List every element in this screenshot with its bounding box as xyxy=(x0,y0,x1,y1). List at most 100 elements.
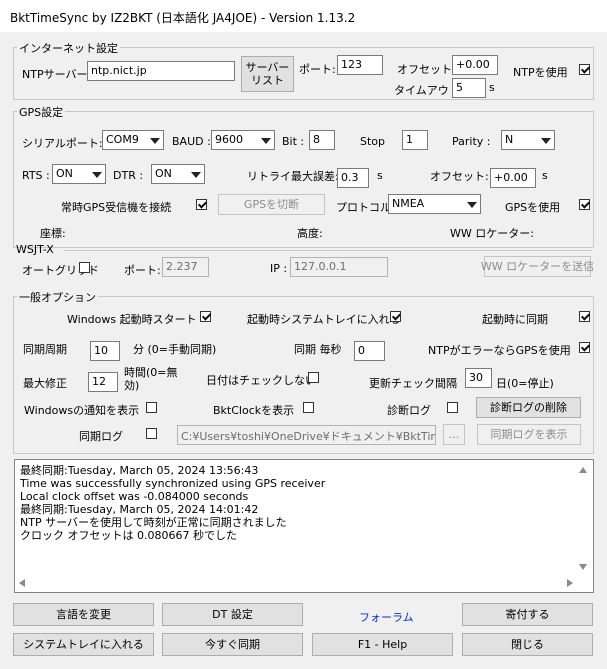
locator-label: WW ロケーター: xyxy=(450,227,534,240)
sync-period-unit: 分 (0=手動同期) xyxy=(133,343,217,356)
max-correction-input[interactable]: 12 xyxy=(88,372,118,392)
max-correction-label: 最大修正 xyxy=(23,377,67,390)
send-locator-button[interactable]: WW ロケーターを送信 xyxy=(481,256,594,277)
always-connect-checkbox[interactable] xyxy=(196,199,207,210)
protocol-select[interactable]: NMEA xyxy=(388,194,481,214)
autogrid-checkbox[interactable] xyxy=(79,262,90,273)
log-lines: 最終同期:Tuesday, March 05, 2024 13:56:43 Tim… xyxy=(20,464,325,542)
window-title: BktTimeSync by IZ2BKT (日本語化 JA4JOE) - Ve… xyxy=(10,11,356,25)
bit-label: Bit : xyxy=(282,135,305,148)
dtr-label: DTR : xyxy=(113,169,144,182)
max-correction-unit: 時間(0=無 効) xyxy=(124,366,178,392)
show-sync-log-button[interactable]: 同期ログを表示 xyxy=(477,424,581,445)
rts-label: RTS : xyxy=(22,169,50,182)
serial-port-select[interactable]: COM9 xyxy=(102,130,164,150)
bit-input[interactable]: 8 xyxy=(309,130,335,150)
log-line: Local clock offset was -0.084000 seconds xyxy=(20,490,249,503)
chevron-down-icon xyxy=(467,202,477,208)
change-language-button[interactable]: 言語を変更 xyxy=(13,603,154,626)
gps-disconnect-button[interactable]: GPSを切断 xyxy=(218,194,325,215)
update-check-input[interactable]: 30 xyxy=(465,368,492,388)
sync-log-path-input[interactable]: C:¥Users¥toshi¥OneDrive¥ドキュメント¥BktTimeSy… xyxy=(177,425,436,445)
ntp-server-input[interactable]: ntp.nict.jp xyxy=(87,61,235,81)
log-line: NTP サーバーを使用して時刻が正常に同期されました xyxy=(20,516,287,529)
log-textbox[interactable]: 最終同期:Tuesday, March 05, 2024 13:56:43 Tim… xyxy=(14,459,594,593)
serial-port-value: COM9 xyxy=(106,133,139,146)
help-button[interactable]: F1 - Help xyxy=(312,633,453,656)
internet-settings-label: インターネット設定 xyxy=(17,40,120,56)
sync-on-start-checkbox[interactable] xyxy=(579,311,590,322)
diag-log-checkbox[interactable] xyxy=(447,402,458,413)
timeout-unit: s xyxy=(489,81,495,94)
sync-every-sec-label: 同期 毎秒 xyxy=(294,343,342,356)
chevron-down-icon xyxy=(150,138,160,144)
browse-button[interactable]: ... xyxy=(443,424,465,445)
rts-select[interactable]: ON xyxy=(52,164,106,184)
ntp-offset-input[interactable]: +0.00 xyxy=(452,55,498,75)
gps-on-ntp-error-label: NTPがエラーならGPSを使用 xyxy=(428,344,571,357)
server-list-button[interactable]: サーバー リスト xyxy=(241,56,294,92)
diag-log-label: 診断ログ xyxy=(387,404,431,417)
baud-value: 9600 xyxy=(215,133,243,146)
stop-input[interactable]: 1 xyxy=(402,130,428,150)
retry-unit: s xyxy=(377,169,383,182)
delete-diag-log-button[interactable]: 診断ログの削除 xyxy=(476,397,581,418)
use-ntp-label: NTPを使用 xyxy=(513,66,568,79)
gps-settings-label: GPS設定 xyxy=(17,104,66,120)
start-with-windows-label: Windows 起動時スタート xyxy=(67,313,197,326)
sync-every-sec-input[interactable]: 0 xyxy=(354,341,385,361)
server-list-line1: サーバー xyxy=(245,61,290,74)
windows-notify-label: Windowsの通知を表示 xyxy=(24,404,140,417)
protocol-label: プロトコル: xyxy=(336,201,395,214)
wsjtx-port-input[interactable]: 2.237 xyxy=(162,257,209,277)
chevron-down-icon xyxy=(191,172,201,178)
use-ntp-checkbox[interactable] xyxy=(579,64,590,75)
ntp-offset-label: オフセット: xyxy=(397,63,456,76)
log-line: 最終同期:Tuesday, March 05, 2024 14:01:42 xyxy=(20,503,259,516)
timeout-input[interactable]: 5 xyxy=(452,78,486,98)
to-tray-button[interactable]: システムトレイに入れる xyxy=(13,633,154,656)
dtr-select[interactable]: ON xyxy=(151,164,205,184)
update-check-label: 更新チェック間隔 xyxy=(369,377,457,390)
windows-notify-checkbox[interactable] xyxy=(146,402,157,413)
serial-port-label: シリアルポート: xyxy=(22,137,103,150)
scroll-right-icon[interactable] xyxy=(567,579,573,587)
baud-select[interactable]: 9600 xyxy=(211,130,275,150)
rts-value: ON xyxy=(56,167,73,180)
retry-max-error-input[interactable]: 0.3 xyxy=(337,168,369,188)
retry-max-error-label: リトライ最大誤差: xyxy=(247,170,339,183)
sync-period-input[interactable]: 10 xyxy=(90,341,120,361)
dt-settings-button[interactable]: DT 設定 xyxy=(162,603,303,626)
gps-on-ntp-error-checkbox[interactable] xyxy=(579,342,590,353)
gps-offset-input[interactable]: +0.00 xyxy=(490,168,536,188)
use-gps-checkbox[interactable] xyxy=(579,199,590,210)
chevron-down-icon xyxy=(541,138,551,144)
no-date-check-label: 日付はチェックしない xyxy=(206,374,316,387)
parity-select[interactable]: N xyxy=(501,130,555,150)
donate-button[interactable]: 寄付する xyxy=(462,603,593,626)
altitude-label: 高度: xyxy=(297,227,323,240)
show-bktclock-checkbox[interactable] xyxy=(303,402,314,413)
scroll-down-icon[interactable] xyxy=(579,564,587,570)
ntp-port-label: ポート: xyxy=(299,63,336,76)
title-bar[interactable]: BktTimeSync by IZ2BKT (日本語化 JA4JOE) - Ve… xyxy=(0,0,607,32)
sync-now-button[interactable]: 今すぐ同期 xyxy=(162,633,303,656)
wsjtx-ip-input[interactable]: 127.0.0.1 xyxy=(290,257,388,277)
forum-link[interactable]: フォーラム xyxy=(359,609,414,625)
general-options-label: 一般オプション xyxy=(17,289,98,305)
log-line: クロック オフセットは 0.080667 秒でした xyxy=(20,529,237,542)
wsjtx-ip-label: IP : xyxy=(270,262,288,275)
chevron-down-icon xyxy=(92,172,102,178)
coords-label: 座標: xyxy=(40,227,66,240)
scroll-left-icon[interactable] xyxy=(19,579,25,587)
ntp-port-input[interactable]: 123 xyxy=(337,55,383,75)
no-date-check-checkbox[interactable] xyxy=(308,372,319,383)
log-line: 最終同期:Tuesday, March 05, 2024 13:56:43 xyxy=(20,464,259,477)
sync-log-checkbox[interactable] xyxy=(146,428,157,439)
scroll-up-icon[interactable] xyxy=(579,467,587,473)
tray-on-start-checkbox[interactable] xyxy=(390,311,401,322)
start-with-windows-checkbox[interactable] xyxy=(200,311,211,322)
close-button[interactable]: 閉じる xyxy=(462,633,593,656)
wsjtx-label: WSJT-X xyxy=(16,243,54,256)
server-list-line2: リスト xyxy=(251,74,284,87)
